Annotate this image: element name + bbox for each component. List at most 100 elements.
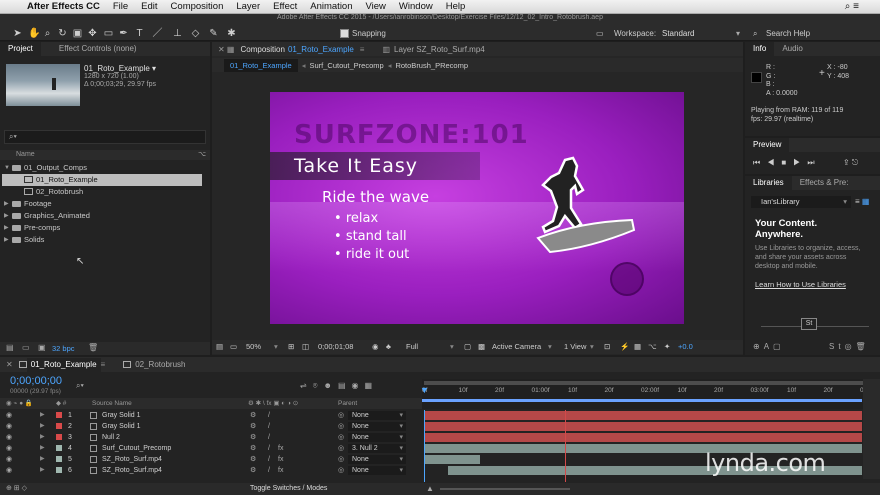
tab-audio[interactable]: Audio bbox=[774, 42, 810, 56]
add-graphic-icon[interactable]: ⊕ bbox=[753, 342, 764, 351]
draft-3d-icon[interactable]: ⇌ bbox=[300, 381, 313, 390]
layer-row[interactable]: ◉ ▶ 4 Surf_Cutout_Precomp ⚙ / fx ◎ 3. Null 2 ▾ bbox=[0, 443, 420, 454]
quality-switch-icon[interactable]: / bbox=[268, 454, 270, 465]
quality-switch-icon[interactable]: / bbox=[268, 465, 270, 476]
parent-select[interactable]: None ▾ bbox=[348, 455, 406, 464]
zoom-select[interactable]: 50% bbox=[246, 342, 261, 351]
menu-composition[interactable]: Composition bbox=[171, 1, 224, 12]
parent-select[interactable]: None ▾ bbox=[348, 422, 406, 431]
workspace-select[interactable]: Standard bbox=[662, 29, 694, 38]
visibility-eye-icon[interactable]: ◉ bbox=[6, 443, 12, 454]
label-color-swatch[interactable] bbox=[56, 423, 62, 429]
twirl-arrow-icon[interactable]: ▶ bbox=[40, 454, 45, 465]
parent-select[interactable]: None ▾ bbox=[348, 411, 406, 420]
tab-timeline-rotobrush[interactable]: 02_Rotobrush bbox=[131, 358, 189, 372]
collapse-arrow-icon[interactable]: ▶ bbox=[4, 198, 9, 210]
library-select[interactable]: Ian'sLibrary ▾ bbox=[751, 196, 851, 208]
play-icon[interactable]: ■ bbox=[781, 158, 793, 167]
comp-flowchart-icon[interactable]: ⌾ bbox=[313, 381, 324, 390]
visibility-eye-icon[interactable]: ◉ bbox=[6, 432, 12, 443]
timeline-icon[interactable]: ▦ bbox=[634, 342, 641, 351]
tab-preview[interactable]: Preview bbox=[745, 138, 790, 152]
view-toggle-icon[interactable]: ≡ ▦ bbox=[855, 197, 869, 206]
pickwhip-icon[interactable]: ◎ bbox=[338, 443, 344, 454]
active-camera-select[interactable]: Active Camera bbox=[492, 342, 541, 351]
layer-duration-bar[interactable] bbox=[425, 433, 862, 442]
shy-switch-icon[interactable]: ⚙ bbox=[250, 465, 256, 476]
quality-switch-icon[interactable]: / bbox=[268, 421, 270, 432]
prev-frame-icon[interactable]: ◀ bbox=[767, 158, 781, 167]
rotate-tool-icon[interactable]: ↻ bbox=[57, 28, 68, 39]
twirl-arrow-icon[interactable]: ▶ bbox=[40, 432, 45, 443]
fx-switch-icon[interactable]: fx bbox=[278, 465, 283, 476]
snapping-checkbox[interactable] bbox=[340, 29, 349, 38]
hand-tool-icon[interactable]: ✋ bbox=[28, 28, 40, 39]
motion-blur-icon[interactable]: ◉ bbox=[352, 381, 365, 390]
next-frame-icon[interactable]: ▶ bbox=[793, 158, 807, 167]
shy-switch-icon[interactable]: ⚙ bbox=[250, 421, 256, 432]
layer-row[interactable]: ◉ ▶ 1 Gray Solid 1 ⚙ / ◎ None ▾ bbox=[0, 410, 420, 421]
tab-effects-presets[interactable]: Effects & Pre: bbox=[792, 176, 857, 190]
bit-depth-button[interactable]: 32 bpc bbox=[52, 344, 75, 353]
libraries-learn-link[interactable]: Learn How to Use Libraries bbox=[755, 280, 846, 289]
menu-animation[interactable]: Animation bbox=[310, 1, 352, 12]
tree-folder-precomps[interactable]: ▶ Pre-comps bbox=[2, 222, 202, 234]
fx-switch-icon[interactable]: fx bbox=[278, 454, 283, 465]
tab-info[interactable]: Info bbox=[745, 42, 775, 56]
show-channel-icon[interactable]: ♣ bbox=[386, 342, 391, 351]
layer-row[interactable]: ◉ ▶ 3 Null 2 ⚙ / ◎ None ▾ bbox=[0, 432, 420, 443]
add-text-icon[interactable]: A bbox=[764, 342, 773, 351]
tree-folder-graphics[interactable]: ▶ Graphics_Animated bbox=[2, 210, 202, 222]
work-area-range[interactable] bbox=[422, 399, 862, 402]
menu-view[interactable]: View bbox=[366, 1, 386, 12]
menu-layer[interactable]: Layer bbox=[236, 1, 260, 12]
shy-switch-icon[interactable]: ⚙ bbox=[250, 454, 256, 465]
shy-icon[interactable]: ☻ bbox=[324, 381, 338, 390]
tree-comp-roto-example[interactable]: 01_Roto_Example bbox=[2, 174, 202, 186]
work-area-bar[interactable] bbox=[424, 381, 864, 385]
app-menu[interactable]: After Effects CC bbox=[27, 1, 100, 12]
tab-composition-name[interactable]: 01_Roto_Example bbox=[288, 45, 354, 54]
parent-header[interactable]: Parent bbox=[338, 398, 357, 409]
twirl-arrow-icon[interactable]: ▶ bbox=[40, 465, 45, 476]
breadcrumb-rotobrush[interactable]: RotoBrush_PRecomp bbox=[395, 61, 468, 70]
zoom-tool-icon[interactable]: ⌕ bbox=[42, 28, 53, 39]
layer-source-name[interactable]: Null 2 bbox=[102, 432, 120, 443]
selection-tool-icon[interactable]: ➤ bbox=[12, 28, 23, 39]
layer-source-name[interactable]: Gray Solid 1 bbox=[102, 421, 141, 432]
exposure-value[interactable]: +0.0 bbox=[678, 342, 693, 351]
always-preview-icon[interactable]: ▤ bbox=[216, 342, 223, 351]
quality-switch-icon[interactable]: / bbox=[268, 443, 270, 454]
menu-effect[interactable]: Effect bbox=[273, 1, 297, 12]
pickwhip-icon[interactable]: ◎ bbox=[338, 465, 344, 476]
project-search-input[interactable]: ⌕▾ bbox=[4, 130, 206, 144]
tree-folder-solids[interactable]: ▶ Solids bbox=[2, 234, 202, 246]
tab-layer[interactable]: Layer SZ_Roto_Surf.mp4 bbox=[394, 45, 485, 54]
tree-folder-output-comps[interactable]: ▼ 01_Output_Comps bbox=[2, 162, 202, 174]
roto-brush-tool-icon[interactable]: ✎ bbox=[208, 28, 219, 39]
visibility-eye-icon[interactable]: ◉ bbox=[6, 454, 12, 465]
flowchart-icon[interactable]: ⌥ bbox=[198, 150, 206, 158]
label-color-swatch[interactable] bbox=[56, 445, 62, 451]
layer-row[interactable]: ◉ ▶ 6 SZ_Roto_Surf.mp4 ⚙ / fx ◎ None ▾ bbox=[0, 465, 420, 476]
visibility-eye-icon[interactable]: ◉ bbox=[6, 410, 12, 421]
shy-switch-icon[interactable]: ⚙ bbox=[250, 443, 256, 454]
flowchart-view-icon[interactable]: ⌥ bbox=[648, 342, 657, 351]
new-folder-icon[interactable]: ▭ bbox=[22, 344, 30, 352]
layer-row[interactable]: ◉ ▶ 2 Gray Solid 1 ⚙ / ◎ None ▾ bbox=[0, 421, 420, 432]
visibility-eye-icon[interactable]: ◉ bbox=[6, 421, 12, 432]
interpret-footage-icon[interactable]: ▤ bbox=[6, 344, 14, 352]
puppet-tool-icon[interactable]: ✱ bbox=[226, 28, 237, 39]
timeline-current-time[interactable]: 0;00;00;00 bbox=[10, 375, 62, 387]
current-time-display[interactable]: 0;00;01;08 bbox=[318, 342, 353, 351]
stock-icon[interactable]: St bbox=[829, 342, 845, 351]
snapshot-icon[interactable]: ◉ bbox=[372, 342, 379, 351]
playhead-icon[interactable]: ▼ bbox=[420, 385, 429, 395]
new-composition-icon[interactable]: ▣ bbox=[38, 344, 46, 352]
help-search-icon[interactable]: ⌕ bbox=[753, 29, 757, 39]
layer-source-name[interactable]: Surf_Cutout_Precomp bbox=[102, 443, 171, 454]
layer-duration-bar[interactable] bbox=[425, 422, 862, 431]
resolution-select[interactable]: Full bbox=[406, 342, 418, 351]
sync-icon[interactable]: ◎ bbox=[845, 342, 856, 351]
pen-tool-icon[interactable]: ✒ bbox=[118, 28, 129, 39]
